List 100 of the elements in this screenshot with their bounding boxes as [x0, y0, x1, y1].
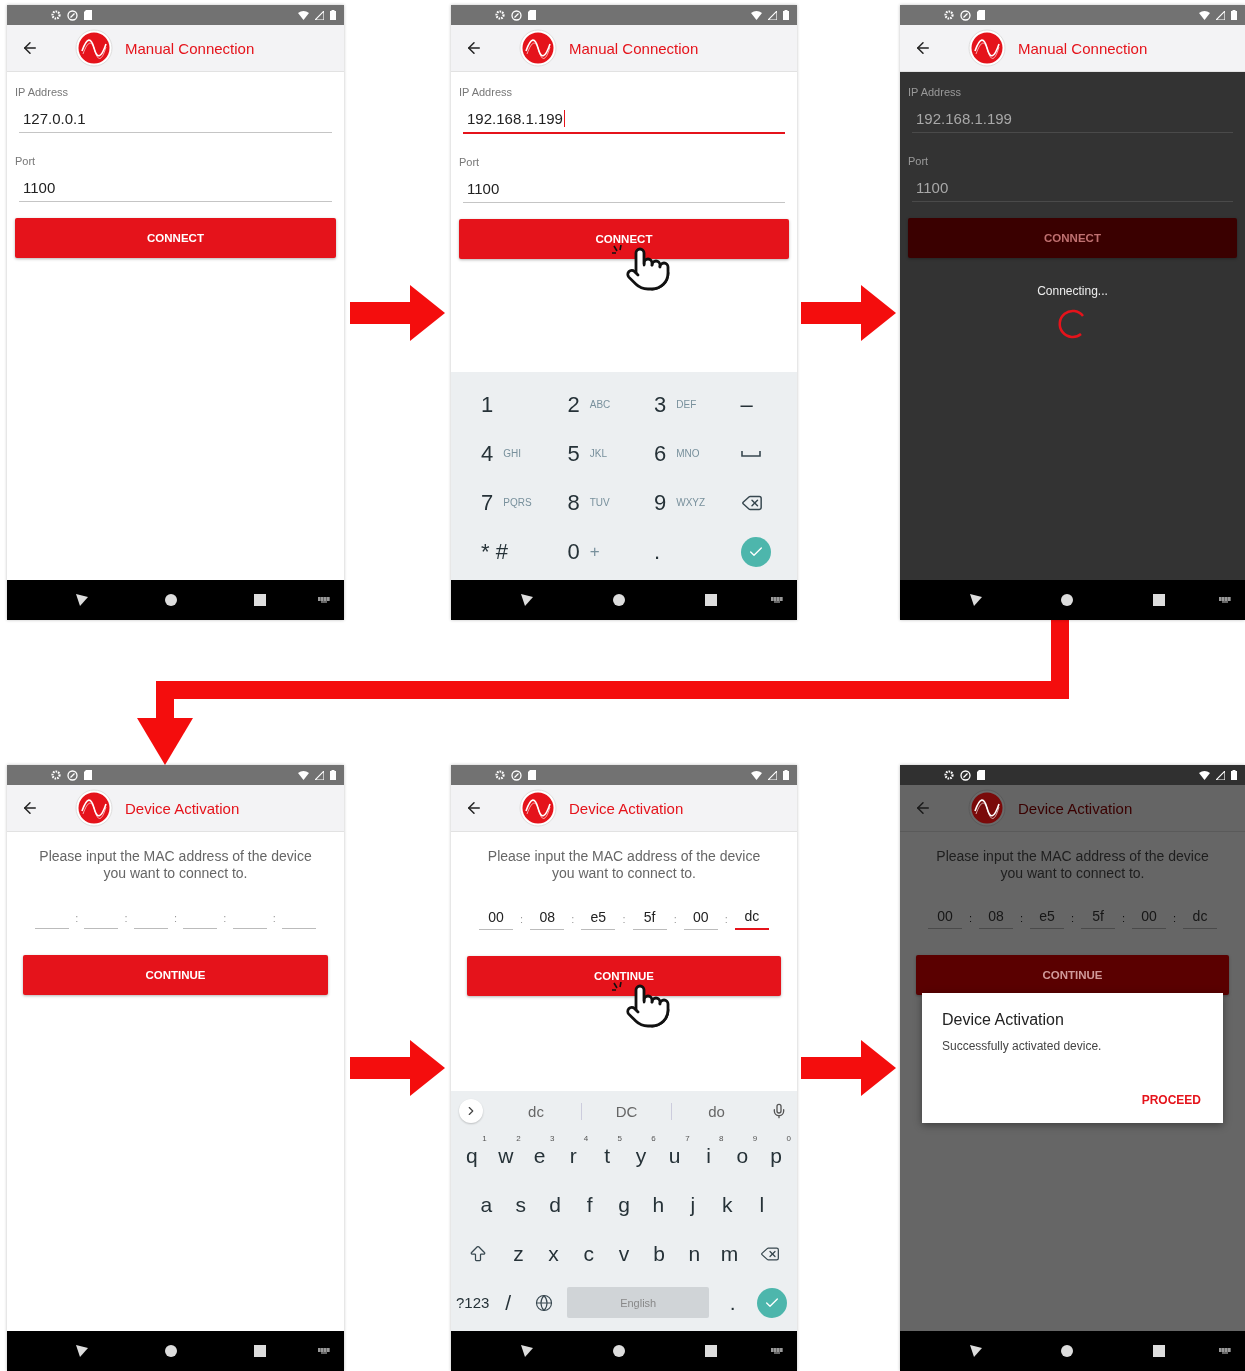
home-circle-icon[interactable]	[613, 1345, 625, 1357]
keypad-key[interactable]: 4 GHI	[451, 429, 538, 478]
keyboard-key[interactable]: p 0	[759, 1131, 793, 1180]
keypad-key[interactable]: 8 TUV	[537, 478, 624, 527]
keyboard-icon[interactable]	[318, 596, 330, 604]
text-field[interactable]: 1100	[463, 178, 785, 203]
keypad-key[interactable]: 3 DEF	[624, 380, 711, 429]
keyboard-icon[interactable]	[318, 1347, 330, 1355]
home-circle-icon[interactable]	[1061, 1345, 1074, 1357]
keypad-key[interactable]: 1	[451, 380, 538, 429]
keypad-key[interactable]: –	[710, 380, 797, 429]
back-triangle-icon[interactable]	[74, 593, 89, 607]
keyboard-key[interactable]: r 4	[556, 1131, 591, 1180]
keyboard-key[interactable]: y 6	[624, 1131, 658, 1180]
keyboard-key[interactable]: q 1	[455, 1131, 489, 1180]
field-label: IP Address	[15, 86, 69, 98]
globe-icon[interactable]	[534, 1293, 553, 1312]
keyboard-key[interactable]: e 3	[522, 1131, 557, 1180]
separator-colon: :	[1172, 912, 1177, 926]
recents-square-icon[interactable]	[1153, 1345, 1166, 1357]
home-circle-icon[interactable]	[613, 594, 625, 606]
recents-square-icon[interactable]	[1153, 594, 1166, 606]
keypad-key[interactable]: 0 +	[537, 527, 624, 576]
home-circle-icon[interactable]	[164, 1345, 177, 1357]
recents-square-icon[interactable]	[253, 1345, 266, 1357]
keyboard-key[interactable]: k	[710, 1180, 745, 1229]
primary-button[interactable]: CONTINUE	[916, 955, 1229, 995]
keyboard-key[interactable]: t 5	[590, 1131, 624, 1180]
keypad-key[interactable]: 5 JKL	[537, 429, 624, 478]
keyboard-key[interactable]: c	[571, 1229, 607, 1278]
keyboard-key[interactable]: s	[503, 1180, 538, 1229]
proceed-button[interactable]: PROCEED	[1139, 1091, 1203, 1109]
keypad-key[interactable]: * #	[451, 527, 538, 576]
expand-button[interactable]	[459, 1099, 483, 1123]
suggestion[interactable]: dc	[491, 1102, 581, 1120]
text-field[interactable]: 127.0.0.1	[19, 108, 332, 133]
space-key-icon[interactable]	[740, 450, 761, 457]
keyboard-key[interactable]: f	[572, 1180, 607, 1229]
keyboard-key[interactable]: j	[675, 1180, 711, 1229]
back-triangle-icon[interactable]	[968, 593, 983, 607]
recents-square-icon[interactable]	[253, 594, 266, 606]
keyboard-key[interactable]: n	[676, 1229, 712, 1278]
primary-button[interactable]: CONTINUE	[23, 955, 328, 995]
keyboard-key[interactable]: u 7	[657, 1131, 692, 1180]
keyboard-key[interactable]: b	[641, 1229, 677, 1278]
text-field[interactable]: 192.168.1.199	[463, 108, 785, 134]
suggestion[interactable]: DC	[580, 1102, 672, 1120]
circle-icon	[511, 9, 522, 21]
primary-button[interactable]: CONNECT	[15, 218, 336, 258]
keyboard-icon[interactable]	[1219, 1347, 1231, 1355]
keyboard-key[interactable]: v	[606, 1229, 642, 1278]
keyboard-icon[interactable]	[771, 596, 783, 604]
suggestion[interactable]: do	[670, 1102, 762, 1120]
keyboard-key[interactable]: g	[606, 1180, 642, 1229]
field-label: IP Address	[908, 86, 962, 98]
keyboard-key[interactable]: w 2	[488, 1131, 523, 1180]
keyboard-key[interactable]: m	[712, 1229, 748, 1278]
keyboard-key[interactable]: o 9	[725, 1131, 760, 1180]
microphone-icon[interactable]	[771, 1103, 787, 1119]
sd-card-icon	[84, 10, 92, 20]
keyboard-icon[interactable]	[771, 1347, 783, 1355]
keyboard-key[interactable]: d	[537, 1180, 573, 1229]
keypad-key[interactable]: 2 ABC	[537, 380, 624, 429]
mac-byte-field[interactable]: e5	[581, 909, 616, 930]
keyboard-key[interactable]: z	[500, 1229, 536, 1278]
keyboard-key[interactable]: /	[490, 1278, 526, 1327]
back-triangle-icon[interactable]	[520, 593, 534, 607]
keyboard-key[interactable]: a	[469, 1180, 504, 1229]
mac-byte-field[interactable]: 00	[479, 909, 513, 930]
keypad-key[interactable]: 9 WXYZ	[624, 478, 711, 527]
back-triangle-icon[interactable]	[968, 1344, 983, 1358]
battery-icon	[1231, 770, 1237, 780]
text-field[interactable]: 192.168.1.199	[912, 108, 1233, 133]
keyboard-key[interactable]: .	[715, 1278, 751, 1327]
keyboard-key[interactable]: i 8	[691, 1131, 726, 1180]
gear-icon	[944, 10, 954, 20]
keypad-key[interactable]: 6 MNO	[624, 429, 711, 478]
primary-button[interactable]: CONTINUE	[467, 956, 781, 996]
text-field[interactable]: 1100	[19, 177, 332, 202]
keyboard-key[interactable]: l	[744, 1180, 779, 1229]
keyboard-key[interactable]: ?123	[455, 1278, 491, 1327]
home-circle-icon[interactable]	[1061, 594, 1074, 606]
keypad-key[interactable]: .	[624, 527, 711, 576]
instruction-text: Please input the MAC address of the device you want to connect to.	[486, 848, 762, 882]
primary-button[interactable]: CONNECT	[908, 218, 1237, 258]
mac-byte-field[interactable]: 08	[530, 909, 565, 930]
keyboard-key[interactable]: x	[536, 1229, 572, 1278]
wifi-icon	[751, 10, 762, 20]
keypad-key[interactable]: 7 PQRS	[451, 478, 538, 527]
mac-byte-field[interactable]: dc	[734, 908, 769, 930]
keyboard-key[interactable]: h	[641, 1180, 676, 1229]
back-triangle-icon[interactable]	[74, 1344, 89, 1358]
keyboard-icon[interactable]	[1219, 596, 1231, 604]
mac-byte-field[interactable]: 00	[683, 909, 718, 930]
home-circle-icon[interactable]	[164, 594, 177, 606]
text-field[interactable]: 1100	[912, 177, 1233, 202]
back-triangle-icon[interactable]	[520, 1344, 534, 1358]
mac-byte-field[interactable]: 5f	[632, 909, 667, 930]
primary-button[interactable]: CONNECT	[459, 219, 789, 259]
separator-colon: :	[622, 913, 626, 927]
